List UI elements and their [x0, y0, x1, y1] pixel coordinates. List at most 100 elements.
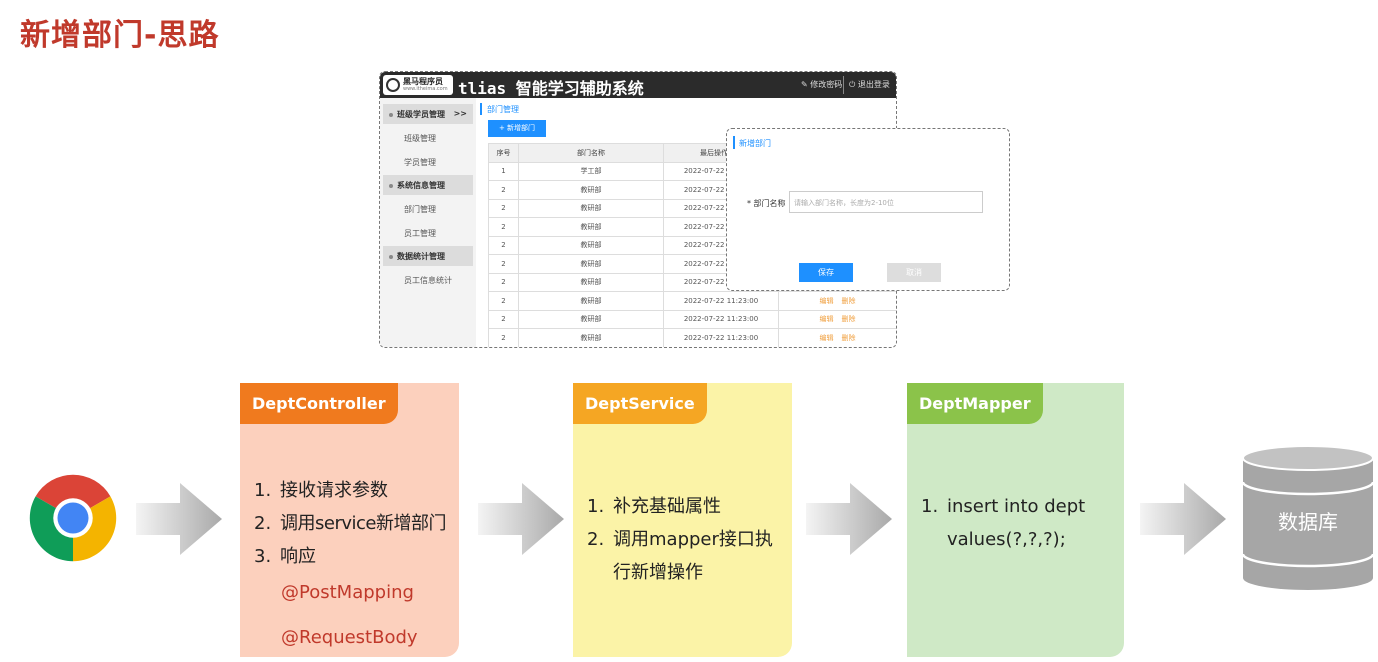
- service-card: DeptService 1. 补充基础属性 2. 调用mapper接口执行新增操作: [573, 383, 792, 657]
- bullet-icon: [389, 112, 393, 117]
- sidebar-group-class[interactable]: 班级学员管理 >>: [383, 104, 473, 124]
- col-header-name: 部门名称: [518, 143, 664, 163]
- breadcrumb: 部门管理: [487, 105, 519, 114]
- service-steps: 1. 补充基础属性 2. 调用mapper接口执行新增操作: [587, 490, 787, 589]
- sidebar-item-emp-stats[interactable]: 员工信息统计: [404, 275, 452, 286]
- bullet-icon: [389, 254, 393, 259]
- sidebar-item-student-manage[interactable]: 学员管理: [404, 157, 436, 168]
- cancel-button[interactable]: 取消: [887, 263, 941, 282]
- app-title: tlias 智能学习辅助系统: [458, 79, 644, 98]
- logout-link[interactable]: ⏻ 退出登录: [849, 79, 890, 90]
- sidebar-group-label: 数据统计管理: [397, 252, 445, 261]
- app-header: 黑马程序员 www.itheima.com tlias 智能学习辅助系统 ✎ 修…: [380, 72, 896, 98]
- right-arrow-icon: [136, 483, 222, 555]
- add-dept-button[interactable]: + 新增部门: [488, 120, 546, 137]
- sidebar-group-label: 系统信息管理: [397, 181, 445, 190]
- dialog-title-marker: [733, 136, 735, 149]
- cell-name: 教研部: [518, 180, 664, 200]
- mapper-tag: DeptMapper: [907, 383, 1043, 424]
- right-arrow-icon: [1140, 483, 1226, 555]
- logo-subtext: www.itheima.com: [403, 86, 448, 92]
- database-label: 数据库: [1278, 510, 1338, 534]
- cell-no: 2: [488, 217, 519, 237]
- cell-time: 2022-07-22 11:23:00: [663, 291, 779, 311]
- cell-name: 教研部: [518, 328, 664, 347]
- sidebar-item-class-manage[interactable]: 班级管理: [404, 133, 436, 144]
- delete-link[interactable]: 删除: [842, 297, 856, 305]
- cell-time: 2022-07-22 11:23:00: [663, 328, 779, 347]
- controller-steps: 1. 接收请求参数 2. 调用service新增部门 3. 响应: [254, 474, 446, 573]
- breadcrumb-marker: [480, 103, 482, 115]
- dept-name-input[interactable]: 请输入部门名称，长度为2-10位: [789, 191, 983, 213]
- controller-tag: DeptController: [240, 383, 398, 424]
- dept-name-label: * 部门名称: [747, 199, 786, 208]
- sidebar-item-emp-manage[interactable]: 员工管理: [404, 228, 436, 239]
- step-text: 调用mapper接口执行新增操作: [613, 529, 773, 583]
- save-button[interactable]: 保存: [799, 263, 853, 282]
- logo: 黑马程序员 www.itheima.com: [383, 75, 453, 95]
- delete-link[interactable]: 删除: [842, 334, 856, 342]
- table-row: 2教研部2022-07-22 11:23:00编辑删除: [488, 309, 896, 329]
- dialog-title: 新增部门: [739, 139, 771, 148]
- slide-title: 新增部门-思路: [20, 18, 220, 53]
- cell-name: 教研部: [518, 309, 664, 329]
- sidebar-item-dept-manage[interactable]: 部门管理: [404, 204, 436, 215]
- cell-no: 2: [488, 198, 519, 218]
- database-icon: 数据库: [1241, 445, 1375, 590]
- cell-no: 2: [488, 272, 519, 292]
- sidebar-group-system[interactable]: 系统信息管理: [383, 175, 473, 195]
- step-text: 调用service新增部门: [280, 513, 446, 534]
- add-dept-dialog: 新增部门 * 部门名称 请输入部门名称，长度为2-10位 保存 取消: [726, 128, 1010, 291]
- cell-name: 教研部: [518, 198, 664, 218]
- list-item: 1. insert into dept values(?,?,?);: [921, 490, 1101, 556]
- edit-link[interactable]: 编辑: [820, 334, 834, 342]
- post-mapping-annotation: @PostMapping: [281, 582, 414, 603]
- logout-label: 退出登录: [857, 80, 890, 89]
- cell-no: 2: [488, 328, 519, 347]
- mapper-card: DeptMapper 1. insert into dept values(?,?…: [907, 383, 1124, 657]
- change-password-label: 修改密码: [810, 80, 843, 89]
- list-item: 2. 调用service新增部门: [254, 513, 446, 534]
- sidebar: 班级学员管理 >> 班级管理 学员管理 系统信息管理 部门管理 员工管理 数据统计…: [380, 98, 476, 347]
- cell-no: 2: [488, 309, 519, 329]
- request-body-annotation: @RequestBody: [281, 627, 418, 648]
- table-row: 2教研部2022-07-22 11:23:00 编辑删除: [488, 328, 896, 347]
- cell-no: 2: [488, 254, 519, 274]
- cell-no: 2: [488, 180, 519, 200]
- table-row: 2教研部2022-07-22 11:23:00编辑删除: [488, 291, 896, 311]
- col-header-no: 序号: [488, 143, 519, 163]
- list-item: 1. 补充基础属性: [587, 496, 721, 517]
- service-tag: DeptService: [573, 383, 707, 424]
- cell-no: 2: [488, 291, 519, 311]
- sidebar-group-stats[interactable]: 数据统计管理: [383, 246, 473, 266]
- step-text: insert into dept values(?,?,?);: [947, 496, 1086, 550]
- cell-name: 教研部: [518, 291, 664, 311]
- cell-name: 教研部: [518, 235, 664, 255]
- step-text: 接收请求参数: [280, 480, 388, 501]
- mapper-steps: 1. insert into dept values(?,?,?);: [921, 490, 1101, 556]
- list-item: 1. 接收请求参数: [254, 480, 388, 501]
- cell-name: 教研部: [518, 217, 664, 237]
- chevron-icon: >>: [453, 109, 467, 118]
- power-icon: ⏻: [849, 80, 856, 89]
- cell-no: 2: [488, 235, 519, 255]
- edit-link[interactable]: 编辑: [820, 315, 834, 323]
- cell-actions: 编辑删除: [778, 309, 896, 329]
- change-password-link[interactable]: ✎ 修改密码: [801, 79, 842, 90]
- delete-link[interactable]: 删除: [842, 315, 856, 323]
- cell-time: 2022-07-22 11:23:00: [663, 309, 779, 329]
- right-arrow-icon: [478, 483, 564, 555]
- list-item: 2. 调用mapper接口执行新增操作: [587, 523, 787, 589]
- edit-link[interactable]: 编辑: [820, 297, 834, 305]
- chrome-icon: [29, 474, 117, 562]
- cell-name: 学工部: [518, 161, 664, 181]
- cell-no: 1: [488, 161, 519, 181]
- step-text: 补充基础属性: [613, 496, 721, 517]
- cell-name: 教研部: [518, 272, 664, 292]
- bullet-icon: [389, 183, 393, 188]
- list-item: 3. 响应: [254, 546, 316, 567]
- sidebar-group-label: 班级学员管理: [397, 110, 445, 119]
- header-separator: [843, 76, 844, 94]
- logo-icon: [386, 78, 400, 92]
- cell-actions: 编辑删除: [778, 291, 896, 311]
